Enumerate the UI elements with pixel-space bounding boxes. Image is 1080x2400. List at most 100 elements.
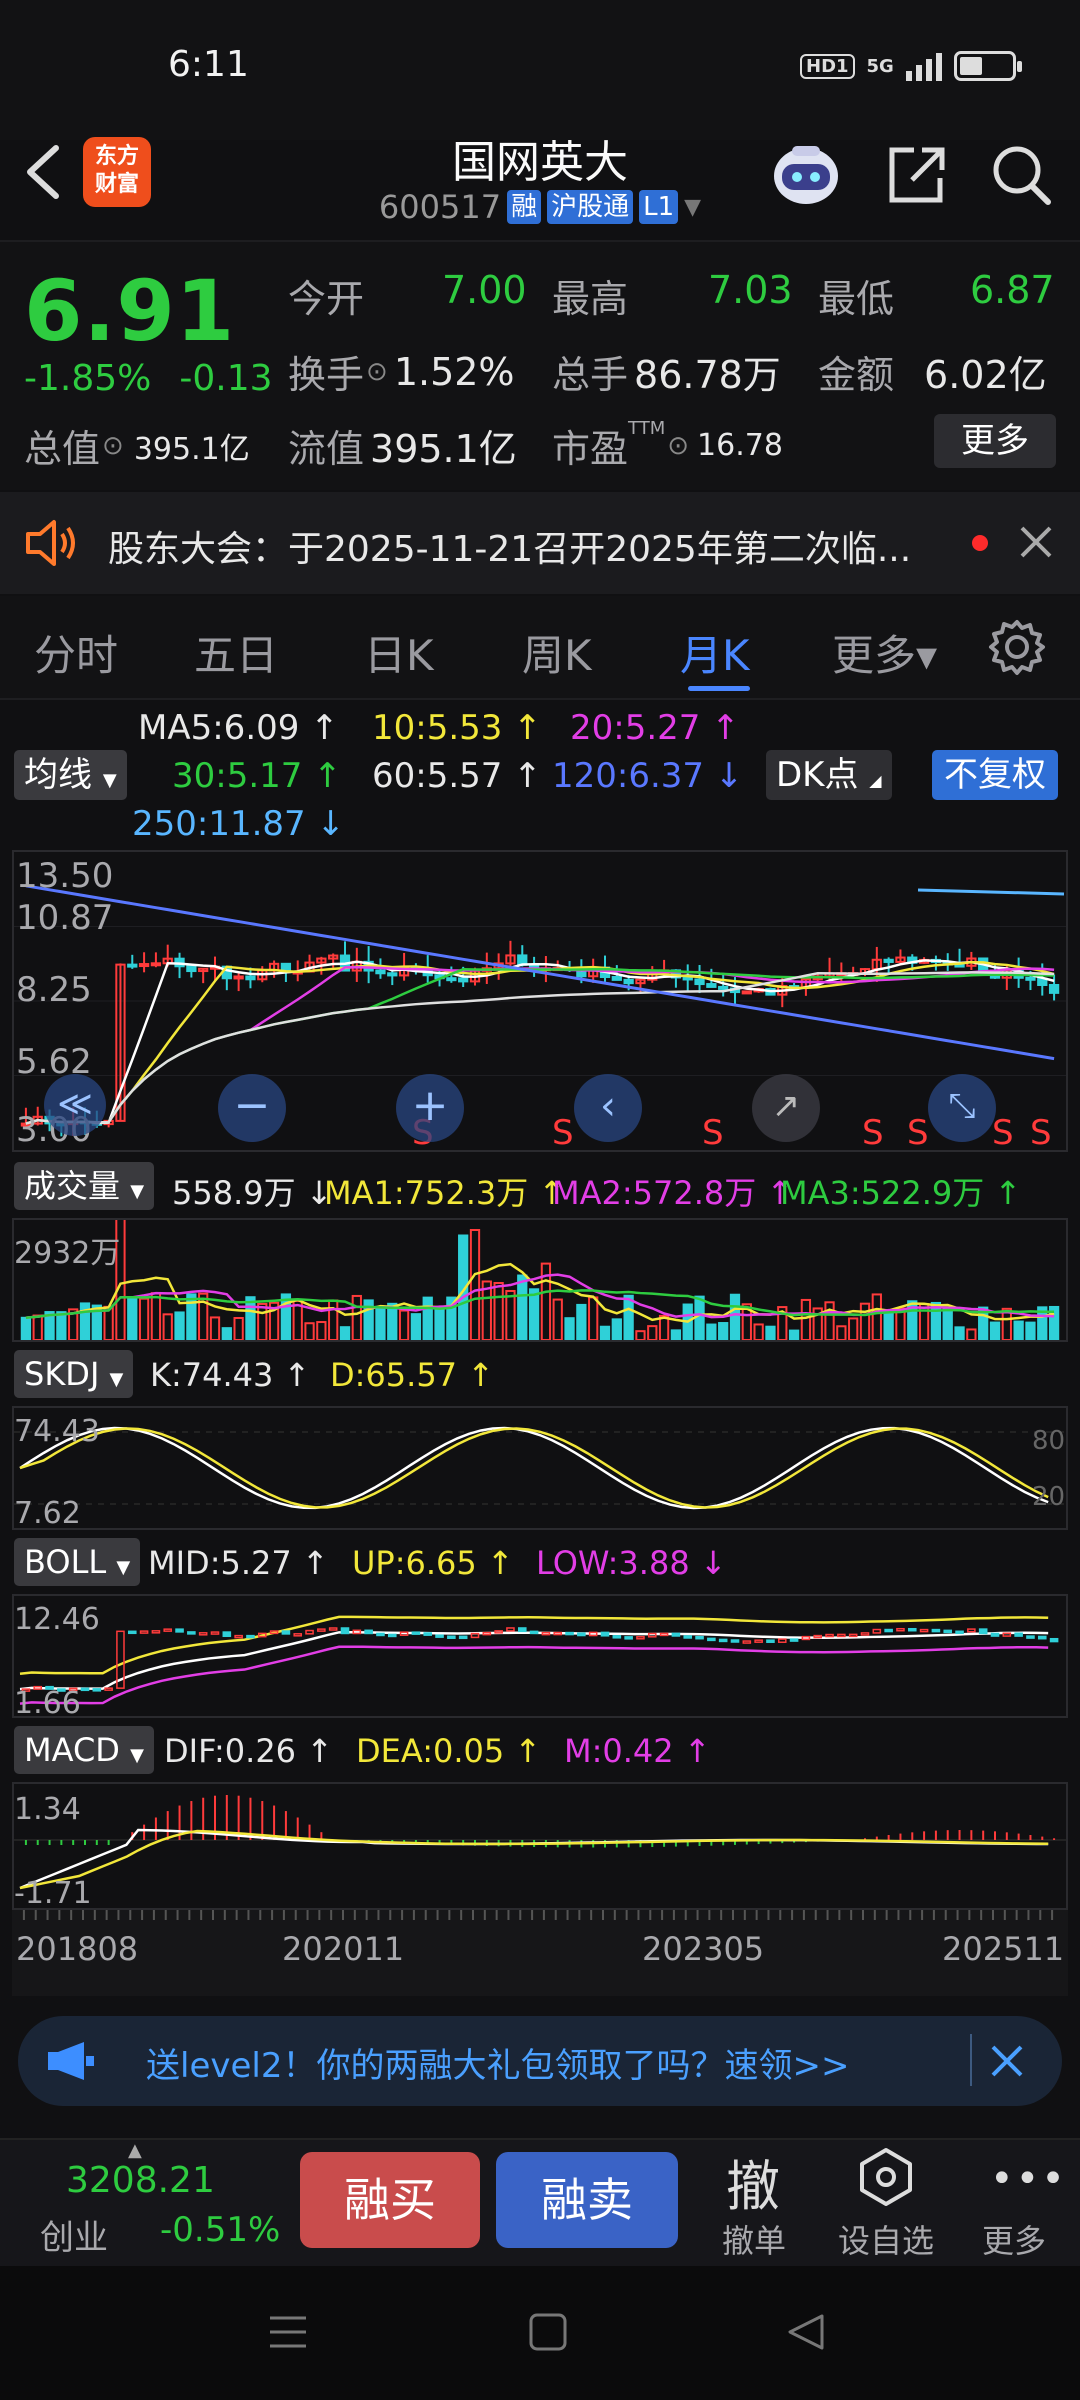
volume-bar: [658, 1314, 670, 1341]
kline-candle: [694, 978, 705, 986]
boll-candle: [742, 1640, 752, 1644]
x-label-0: 201808: [16, 1930, 139, 1968]
vol-ma3: MA3:522.9万 ↑: [780, 1174, 1022, 1212]
kline-candle: [186, 965, 197, 973]
volume-bar: [848, 1317, 859, 1341]
level-tag: L1: [639, 190, 679, 224]
boll-candle: [848, 1633, 858, 1638]
boll-panel[interactable]: [12, 1594, 1068, 1718]
x-axis-ticks: [22, 1910, 1054, 1920]
vol-ma1: MA1:752.3万 ↑: [324, 1174, 566, 1212]
skdj-k-value: K:74.43: [150, 1356, 274, 1394]
skdj-panel[interactable]: [12, 1406, 1068, 1530]
settings-gear-icon[interactable]: [988, 618, 1046, 680]
cancel-order-label[interactable]: 撤单: [722, 2216, 786, 2262]
boll-candle: [695, 1635, 704, 1640]
volume-bar: [753, 1323, 764, 1342]
scroll-left-icon[interactable]: ≪: [44, 1074, 106, 1136]
cancel-order-icon[interactable]: 撤: [726, 2142, 780, 2221]
ma20-line: [25, 966, 1055, 1125]
zoom-in-icon[interactable]: +: [396, 1074, 464, 1142]
fullscreen-icon[interactable]: ⤡: [928, 1074, 996, 1142]
notice-text[interactable]: 股东大会：于2025-11-21召开2025年第二次临...: [108, 520, 911, 572]
boll-low-value: LOW:3.88: [536, 1544, 690, 1582]
menu-icon[interactable]: [268, 2312, 308, 2356]
more-quote-button[interactable]: 更多: [934, 414, 1056, 468]
kline-candle: [458, 977, 469, 983]
tab-monthly-k[interactable]: 月K: [680, 622, 750, 683]
info-icon[interactable]: ⊙: [366, 357, 388, 387]
tab-weekly-k[interactable]: 周K: [522, 622, 592, 683]
boll-selector[interactable]: BOLL ▼: [14, 1538, 141, 1586]
back-nav-icon[interactable]: [786, 2312, 826, 2356]
kline-y-label-2: 8.25: [16, 970, 92, 1010]
macd-panel[interactable]: [12, 1782, 1068, 1910]
skdj-chart[interactable]: [14, 1408, 1066, 1528]
dk-button-label: DK点: [776, 755, 859, 795]
mktcap-label: 总值: [24, 427, 101, 471]
index-change[interactable]: -0.51%: [160, 2210, 280, 2250]
info-icon[interactable]: ⊙: [102, 431, 124, 461]
boll-candle: [978, 1628, 988, 1635]
more-dots-icon[interactable]: •••: [990, 2156, 1067, 2202]
expand-up-icon[interactable]: ▲: [128, 2140, 142, 2161]
ma250-value: 250:11.87: [132, 804, 306, 844]
kline-panel[interactable]: SSSSSSS: [12, 850, 1068, 1153]
kline-candle: [446, 977, 457, 982]
skdj-selector[interactable]: SKDJ ▼: [14, 1350, 134, 1398]
step-left-icon[interactable]: ‹: [574, 1074, 642, 1142]
adjust-button[interactable]: 不复权: [932, 750, 1058, 800]
volume-bar: [469, 1229, 481, 1341]
tab-five-day[interactable]: 五日: [194, 622, 278, 683]
volume-bar: [611, 1318, 622, 1342]
boll-candle: [919, 1628, 929, 1633]
index-value[interactable]: 3208.21: [66, 2160, 215, 2201]
volume-bar: [859, 1302, 871, 1342]
x-label-2: 202305: [642, 1930, 765, 1968]
volume-bar: [564, 1317, 575, 1341]
more-label[interactable]: 更多: [982, 2216, 1046, 2262]
boll-candle: [1037, 1635, 1047, 1640]
boll-chart[interactable]: [14, 1596, 1066, 1716]
hd-icon: HD1: [800, 53, 855, 79]
add-watchlist-label[interactable]: 设自选: [838, 2216, 934, 2262]
close-icon[interactable]: [1018, 524, 1054, 564]
ma-selector[interactable]: 均线 ▼: [14, 750, 127, 800]
volume-value: 558.9万 ↓: [172, 1174, 333, 1212]
add-watchlist-icon[interactable]: [858, 2146, 914, 2210]
ma10-legend: 10:5.53 ↑: [372, 708, 542, 748]
boll-candle: [198, 1632, 208, 1636]
volume-bar: [245, 1296, 256, 1341]
home-icon[interactable]: [528, 2312, 568, 2356]
skdj-20-line-label: 20: [1032, 1482, 1066, 1512]
volume-bar: [966, 1328, 977, 1341]
macd-chart[interactable]: [14, 1784, 1066, 1908]
info-icon[interactable]: ⊙: [667, 431, 689, 461]
margin-buy-button[interactable]: 融买: [300, 2152, 480, 2248]
volume-selector[interactable]: 成交量 ▼: [14, 1162, 155, 1210]
step-right-icon[interactable]: ↗: [752, 1074, 820, 1142]
macd-selector[interactable]: MACD ▼: [14, 1726, 154, 1774]
kline-y-label-1: 10.87: [16, 898, 114, 938]
dk-point-button[interactable]: DK点 ◢: [766, 750, 892, 800]
search-icon[interactable]: [990, 142, 1052, 206]
promo-close-icon[interactable]: [990, 2044, 1024, 2082]
index-name[interactable]: 创业: [40, 2210, 108, 2259]
skdj-y-top: 74.43: [14, 1414, 100, 1449]
boll-candle: [1049, 1637, 1059, 1643]
robot-assistant-icon[interactable]: [768, 138, 844, 208]
promo-text[interactable]: 送level2！你的两融大礼包领取了吗？速领>>: [146, 2038, 849, 2087]
tab-intraday[interactable]: 分时: [34, 622, 118, 683]
open-value: 7.00: [442, 268, 527, 312]
zoom-out-icon[interactable]: −: [218, 1074, 286, 1142]
tab-more[interactable]: 更多▾: [832, 622, 937, 683]
boll-low: LOW:3.88 ↓: [536, 1544, 727, 1582]
volume-panel[interactable]: [12, 1192, 1068, 1342]
margin-sell-button[interactable]: 融卖: [496, 2152, 678, 2248]
volume-bar: [233, 1317, 244, 1342]
volume-chart[interactable]: [14, 1192, 1066, 1342]
tab-daily-k[interactable]: 日K: [364, 622, 434, 683]
kline-chart[interactable]: SSSSSSS: [14, 852, 1066, 1153]
share-icon[interactable]: [884, 142, 950, 206]
kline-candle: [718, 985, 729, 990]
